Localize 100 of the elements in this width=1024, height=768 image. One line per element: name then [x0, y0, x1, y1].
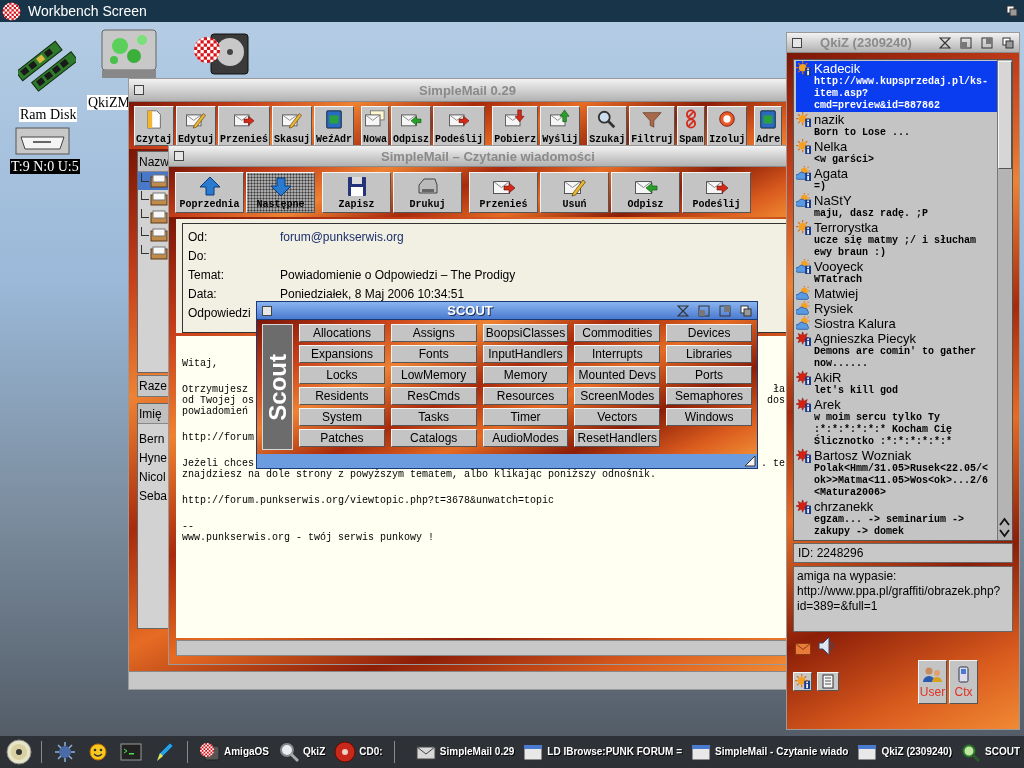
close-button[interactable] — [134, 85, 144, 95]
status-button[interactable] — [793, 672, 812, 691]
envelope-icon[interactable] — [795, 643, 811, 655]
list-item[interactable]: Bern — [138, 430, 168, 449]
hard-disk-icon[interactable] — [193, 30, 250, 77]
folder-item[interactable] — [138, 172, 168, 190]
drive-button[interactable]: QkiZ — [278, 741, 326, 763]
contact-item[interactable]: Bartosz Wozniak Polak<Hmm/31.05>Rusek<22.05/<ok>>Matma<11.05>Wos<ok>...2/6<Matura2006> — [796, 448, 997, 499]
toolbar-button[interactable]: Spam — [677, 106, 706, 146]
toolbar-button[interactable]: Przenieś — [469, 171, 538, 213]
contact-item[interactable]: Agata =) — [796, 166, 997, 193]
category-button[interactable]: Commodities — [574, 324, 661, 342]
contact-item[interactable]: Terrorystka ucze się matmy ;/ i słucham ewy braun :) — [796, 220, 997, 259]
toolbar-button[interactable]: Adre — [754, 106, 783, 146]
toolbar-button[interactable]: Szukaj — [587, 106, 628, 146]
close-button[interactable] — [262, 305, 272, 316]
category-button[interactable]: ResetHandlers — [574, 429, 661, 447]
task-button[interactable]: LD IBrowse:PUNK FORUM = — [523, 742, 683, 762]
category-button[interactable]: Resources — [482, 387, 569, 405]
close-button[interactable] — [792, 37, 802, 48]
email-link[interactable]: forum@punkserwis.org — [280, 227, 404, 246]
toolbar-button[interactable]: WeźAdr — [314, 106, 355, 146]
close-button[interactable] — [174, 151, 184, 161]
contact-item[interactable]: NaStY maju, dasz radę. ;P — [796, 193, 997, 220]
category-button[interactable]: Patches — [299, 429, 385, 447]
smiley-icon[interactable] — [87, 741, 109, 763]
category-button[interactable]: Locks — [299, 366, 385, 384]
scroll-thumb[interactable] — [998, 61, 1012, 169]
category-button[interactable]: AudioModes — [482, 429, 569, 447]
toolbar-button[interactable]: Podeślij — [433, 106, 486, 146]
toolbar-button[interactable]: Wyślij — [540, 106, 581, 146]
category-button[interactable]: System — [299, 408, 385, 426]
contact-item[interactable]: Matwiej — [796, 286, 997, 301]
contact-item[interactable]: AkiR let's kill god — [796, 370, 997, 397]
depth-icon[interactable] — [1006, 5, 1018, 17]
zoom-icon[interactable] — [719, 304, 731, 317]
category-button[interactable]: ResCmds — [390, 387, 477, 405]
contact-item[interactable]: Kadecik http://www.kupsprzedaj.pl/ks-item.asp?cmd=preview&id=887862 — [796, 61, 997, 112]
toolbar-button[interactable]: Czytaj — [134, 106, 174, 146]
toolbar-button[interactable]: Odpisz — [611, 171, 680, 213]
toolbar-button[interactable]: Usuń — [540, 171, 609, 213]
category-button[interactable]: Mounted Devs — [574, 366, 661, 384]
list-item[interactable]: Nicol — [138, 468, 168, 487]
toolbar-button[interactable]: Zapisz — [322, 171, 391, 213]
toolbar-button[interactable]: Skasuj — [272, 106, 313, 146]
category-button[interactable]: Vectors — [574, 408, 661, 426]
sunburst-icon[interactable] — [54, 741, 76, 763]
scrollbar[interactable] — [997, 60, 1012, 540]
contact-item[interactable]: Vooyeck WTatrach — [796, 259, 997, 286]
contact-item[interactable]: Agnieszka Piecyk Demons are comin' to gather now...... — [796, 331, 997, 370]
category-button[interactable]: Residents — [299, 387, 385, 405]
folder-item[interactable] — [138, 244, 168, 262]
list-item[interactable]: Hyne — [138, 449, 168, 468]
hourglass-icon[interactable] — [677, 304, 689, 317]
toolbar-button[interactable]: Przenieś — [218, 106, 271, 146]
list-item[interactable]: Seba — [138, 487, 168, 506]
cd-icon[interactable] — [6, 739, 32, 765]
category-button[interactable]: Tasks — [390, 408, 477, 426]
toolbar-button[interactable]: Odpisz — [391, 106, 432, 146]
category-button[interactable]: Assigns — [390, 324, 477, 342]
category-button[interactable]: Semaphores — [666, 387, 752, 405]
category-button[interactable]: Fonts — [390, 345, 477, 363]
drive-button[interactable]: AmigaOS — [199, 741, 269, 763]
notes-button[interactable] — [817, 672, 839, 691]
toolbar-button[interactable]: Podeślij — [682, 171, 751, 213]
folder-item[interactable] — [138, 190, 168, 208]
contact-item[interactable]: nazik Born to Lose ... — [796, 112, 997, 139]
category-button[interactable]: Expansions — [299, 345, 385, 363]
zoom-icon[interactable] — [981, 36, 993, 49]
category-button[interactable]: Interrupts — [574, 345, 661, 363]
toolbar-button[interactable]: Poprzednia — [175, 171, 244, 213]
toolbar-button[interactable]: Drukuj — [393, 171, 462, 213]
depth-icon[interactable] — [1002, 36, 1014, 49]
category-button[interactable]: Memory — [482, 366, 569, 384]
toolbar-button[interactable]: Nowa — [361, 106, 390, 146]
category-button[interactable]: Catalogs — [390, 429, 477, 447]
category-button[interactable]: Ports — [666, 366, 752, 384]
category-button[interactable]: BoopsiClasses — [482, 324, 569, 342]
task-button[interactable]: SimpleMail 0.29 — [415, 742, 515, 762]
category-button[interactable]: Timer — [482, 408, 569, 426]
category-button[interactable]: Devices — [666, 324, 752, 342]
category-button[interactable]: Allocations — [299, 324, 385, 342]
scroll-down-icon[interactable] — [998, 528, 1011, 539]
category-button[interactable]: Windows — [666, 408, 752, 426]
contact-item[interactable]: Siostra Kalura — [796, 316, 997, 331]
contact-item[interactable]: Nelka <w garści> — [796, 139, 997, 166]
task-button[interactable]: SimpleMail - Czytanie wiado — [691, 742, 849, 762]
category-button[interactable]: ScreenModes — [574, 387, 661, 405]
toolbar-button[interactable]: Izoluj — [707, 106, 748, 146]
window-corner-icon[interactable] — [960, 36, 972, 49]
folder-item[interactable] — [138, 226, 168, 244]
scroll-up-icon[interactable] — [998, 516, 1011, 527]
drive-button[interactable]: CD0: — [334, 741, 383, 763]
marker-pen-icon[interactable] — [153, 741, 175, 763]
toolbar-button[interactable]: Edytuj — [176, 106, 217, 146]
speaker-icon[interactable] — [817, 634, 835, 658]
memory-chips-icon[interactable] — [18, 40, 76, 95]
depth-icon[interactable] — [740, 304, 752, 317]
drawer-icon[interactable] — [15, 127, 70, 155]
task-button[interactable]: QkiZ (2309240) — [857, 742, 952, 762]
